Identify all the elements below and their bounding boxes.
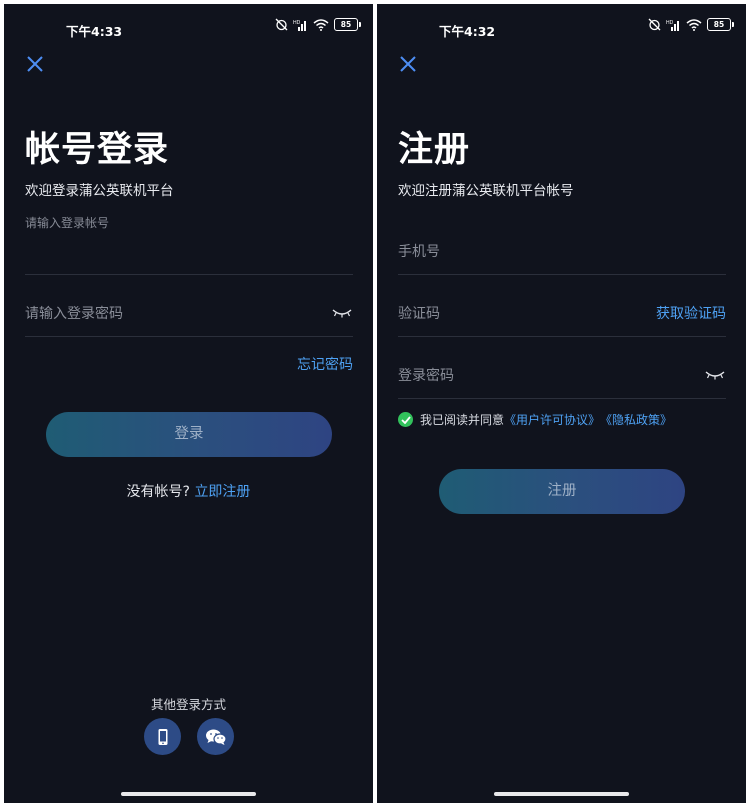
home-indicator[interactable] [121,792,256,796]
check-icon[interactable] [398,412,413,427]
password-field-divider [25,336,353,337]
code-field-divider [398,336,726,337]
phone-login-button[interactable] [144,718,181,755]
register-button[interactable]: 注册 [439,469,685,514]
close-icon[interactable] [398,54,418,74]
alarm-off-icon [648,18,661,31]
password-input[interactable]: 请输入登录密码 [25,303,123,323]
register-hint: 没有帐号? 立即注册 [4,481,373,501]
eye-closed-icon[interactable] [704,368,726,382]
signal-icon: HD [666,20,679,31]
account-field-divider [25,274,353,275]
phone-field-divider [398,274,726,275]
forgot-password-link[interactable]: 忘记密码 [297,354,353,374]
page-subtitle: 欢迎登录蒲公英联机平台 [25,183,174,199]
hd-label: HD [666,20,674,26]
status-time: 下午4:32 [439,24,496,39]
status-icons: HD 85 [648,18,734,31]
battery-indicator: 85 [334,18,361,31]
wifi-icon [313,18,329,31]
phone-icon [158,728,167,745]
close-icon[interactable] [25,54,45,74]
signal-icon: HD [293,20,306,31]
status-time: 下午4:33 [66,24,123,39]
password-field-divider [398,398,726,399]
register-now-link[interactable]: 立即注册 [194,484,250,500]
no-account-text: 没有帐号? [126,484,190,500]
get-code-link[interactable]: 获取验证码 [656,303,726,323]
eye-closed-icon[interactable] [331,306,353,320]
user-agreement-link[interactable]: 《用户许可协议》 [504,411,600,428]
code-input[interactable]: 验证码 [398,303,440,323]
page-title: 帐号登录 [25,130,170,170]
wechat-login-button[interactable] [197,718,234,755]
agreement-row: 我已阅读并同意 《用户许可协议》 《隐私政策》 [398,411,672,428]
wechat-icon [205,729,227,745]
agree-prefix: 我已阅读并同意 [420,413,505,427]
login-button[interactable]: 登录 [46,412,332,457]
other-login-methods-title: 其他登录方式 [150,697,226,712]
status-icons: HD 85 [275,18,361,31]
page-subtitle: 欢迎注册蒲公英联机平台帐号 [398,183,574,199]
hd-label: HD [293,20,301,26]
privacy-policy-link[interactable]: 《隐私政策》 [600,411,672,428]
wifi-icon [686,18,702,31]
battery-indicator: 85 [707,18,734,31]
page-title: 注册 [398,130,471,170]
home-indicator[interactable] [494,792,629,796]
login-screen: 下午4:33 HD 85 帐号登录 欢迎登录蒲公英联机平台 请输入登录帐号 请输… [4,4,373,803]
register-screen: 下午4:32 HD 85 注册 欢迎注册蒲公英联机平台帐号 手机号 验证码 获取… [377,4,746,803]
register-password-input[interactable]: 登录密码 [398,365,454,385]
alarm-off-icon [275,18,288,31]
phone-input[interactable]: 手机号 [398,241,440,261]
account-input[interactable]: 请输入登录帐号 [25,214,109,231]
